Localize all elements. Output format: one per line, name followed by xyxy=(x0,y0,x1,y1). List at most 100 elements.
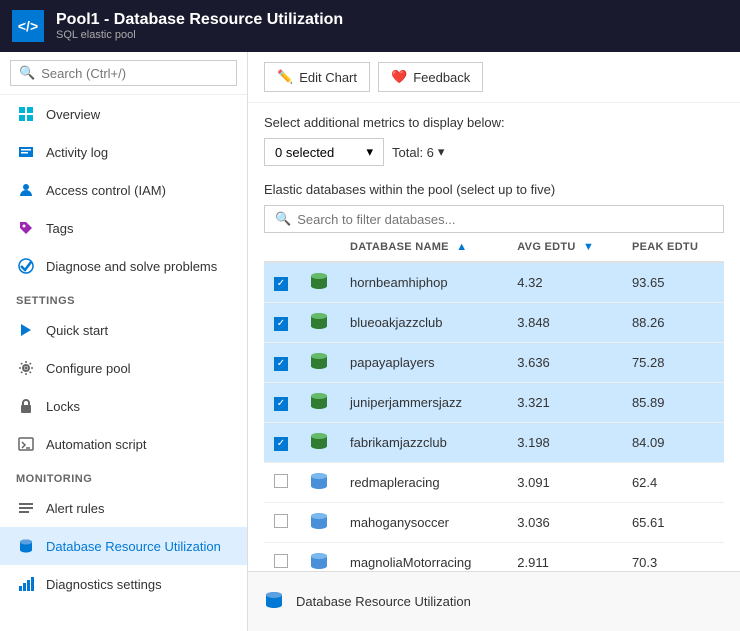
nav-label-automation-script: Automation script xyxy=(46,437,146,452)
db-search-box[interactable]: 🔍 xyxy=(264,205,724,233)
search-box[interactable]: 🔍 xyxy=(0,52,247,95)
db-name-cell: blueoakjazzclub xyxy=(340,303,507,343)
bottom-bar: Database Resource Utilization xyxy=(248,571,740,631)
feedback-label: Feedback xyxy=(413,70,470,85)
table-row[interactable]: ✓ hornbeamhiphop4.3293.65 xyxy=(264,262,724,303)
monitoring-section-label: MONITORING xyxy=(0,463,247,489)
db-name-cell: mahoganysoccer xyxy=(340,503,507,543)
nav-label-quick-start: Quick start xyxy=(46,323,108,338)
databases-table: DATABASE NAME ▲ AVG EDTU ▼ PEAK EDTU ✓ h… xyxy=(264,233,724,571)
db-name-cell: magnoliaMotorracing xyxy=(340,543,507,572)
iam-icon xyxy=(16,180,36,200)
sidebar: 🔍 Overview Activity log Access control (… xyxy=(0,52,248,631)
row-checkbox[interactable]: ✓ xyxy=(274,397,288,411)
app-header: </> Pool1 - Database Resource Utilizatio… xyxy=(0,0,740,52)
nav-item-diagnose[interactable]: Diagnose and solve problems xyxy=(0,247,247,285)
db-peak-edtu-cell: 62.4 xyxy=(622,463,724,503)
row-checkbox[interactable] xyxy=(274,514,288,528)
table-row[interactable]: mahoganysoccer3.03665.61 xyxy=(264,503,724,543)
metrics-section-label: Select additional metrics to display bel… xyxy=(264,115,724,130)
nav-label-activity-log: Activity log xyxy=(46,145,108,160)
metrics-dropdown[interactable]: 0 selected ▾ xyxy=(264,138,384,166)
nav-item-db-resource[interactable]: Database Resource Utilization xyxy=(0,527,247,565)
diagnose-icon xyxy=(16,256,36,276)
app-icon: </> xyxy=(12,10,44,42)
nav-item-access-control[interactable]: Access control (IAM) xyxy=(0,171,247,209)
row-checkbox[interactable] xyxy=(274,554,288,568)
activity-log-icon xyxy=(16,142,36,162)
db-icon xyxy=(308,550,330,571)
page-title: Pool1 - Database Resource Utilization xyxy=(56,11,343,29)
metrics-total-chevron: ▾ xyxy=(438,144,445,160)
col-header-avg-edtu[interactable]: AVG EDTU ▼ xyxy=(507,233,622,262)
db-peak-edtu-cell: 75.28 xyxy=(622,343,724,383)
db-avg-edtu-cell: 3.848 xyxy=(507,303,622,343)
table-row[interactable]: ✓ blueoakjazzclub3.84888.26 xyxy=(264,303,724,343)
nav-label-tags: Tags xyxy=(46,221,73,236)
db-icon xyxy=(308,510,330,535)
row-checkbox[interactable]: ✓ xyxy=(274,437,288,451)
db-icon xyxy=(308,470,330,495)
nav-label-db-resource: Database Resource Utilization xyxy=(46,539,221,554)
db-icon xyxy=(308,350,330,375)
db-avg-edtu-cell: 3.636 xyxy=(507,343,622,383)
table-row[interactable]: ✓ juniperjammersjazz3.32185.89 xyxy=(264,383,724,423)
nav-label-access-control: Access control (IAM) xyxy=(46,183,166,198)
col-header-peak-edtu: PEAK EDTU xyxy=(622,233,724,262)
row-checkbox[interactable] xyxy=(274,474,288,488)
metrics-total: Total: 6 ▾ xyxy=(392,144,444,160)
metrics-select-row: 0 selected ▾ Total: 6 ▾ xyxy=(264,138,724,166)
db-peak-edtu-cell: 85.89 xyxy=(622,383,724,423)
table-row[interactable]: redmapleracing3.09162.4 xyxy=(264,463,724,503)
nav-item-configure-pool[interactable]: Configure pool xyxy=(0,349,247,387)
nav-item-locks[interactable]: Locks xyxy=(0,387,247,425)
nav-item-overview[interactable]: Overview xyxy=(0,95,247,133)
db-peak-edtu-cell: 70.3 xyxy=(622,543,724,572)
nav-item-activity-log[interactable]: Activity log xyxy=(0,133,247,171)
edit-chart-label: Edit Chart xyxy=(299,70,357,85)
nav-label-diagnostics: Diagnostics settings xyxy=(46,577,162,592)
feedback-icon: ❤️ xyxy=(391,69,407,85)
db-name-cell: juniperjammersjazz xyxy=(340,383,507,423)
db-search-input[interactable] xyxy=(297,212,713,227)
nav-item-diagnostics[interactable]: Diagnostics settings xyxy=(0,565,247,603)
table-row[interactable]: magnoliaMotorracing2.91170.3 xyxy=(264,543,724,572)
metrics-selected-value: 0 selected xyxy=(275,145,334,160)
db-icon xyxy=(308,270,330,295)
db-icon xyxy=(308,430,330,455)
db-avg-edtu-cell: 3.036 xyxy=(507,503,622,543)
edit-chart-button[interactable]: ✏️ Edit Chart xyxy=(264,62,370,92)
db-avg-edtu-cell: 3.198 xyxy=(507,423,622,463)
nav-item-alert-rules[interactable]: Alert rules xyxy=(0,489,247,527)
db-name-cell: papayaplayers xyxy=(340,343,507,383)
db-name-cell: redmapleracing xyxy=(340,463,507,503)
row-checkbox[interactable]: ✓ xyxy=(274,277,288,291)
settings-section-label: SETTINGS xyxy=(0,285,247,311)
search-input[interactable] xyxy=(41,66,228,81)
col-header-db-name[interactable]: DATABASE NAME ▲ xyxy=(340,233,507,262)
row-checkbox[interactable]: ✓ xyxy=(274,357,288,371)
db-name-cell: fabrikamjazzclub xyxy=(340,423,507,463)
db-name-cell: hornbeamhiphop xyxy=(340,262,507,303)
toolbar: ✏️ Edit Chart ❤️ Feedback xyxy=(248,52,740,103)
alert-icon xyxy=(16,498,36,518)
db-avg-edtu-cell: 3.321 xyxy=(507,383,622,423)
configure-icon xyxy=(16,358,36,378)
db-avg-edtu-cell: 3.091 xyxy=(507,463,622,503)
table-row[interactable]: ✓ fabrikamjazzclub3.19884.09 xyxy=(264,423,724,463)
feedback-button[interactable]: ❤️ Feedback xyxy=(378,62,483,92)
table-row[interactable]: ✓ papayaplayers3.63675.28 xyxy=(264,343,724,383)
nav-label-overview: Overview xyxy=(46,107,100,122)
db-peak-edtu-cell: 65.61 xyxy=(622,503,724,543)
nav-label-alert-rules: Alert rules xyxy=(46,501,105,516)
nav-item-tags[interactable]: Tags xyxy=(0,209,247,247)
nav-item-quick-start[interactable]: Quick start xyxy=(0,311,247,349)
search-icon: 🔍 xyxy=(19,65,35,81)
row-checkbox[interactable]: ✓ xyxy=(274,317,288,331)
quickstart-icon xyxy=(16,320,36,340)
automation-icon xyxy=(16,434,36,454)
db-resource-icon xyxy=(16,536,36,556)
content-area: ✏️ Edit Chart ❤️ Feedback Select additio… xyxy=(248,52,740,631)
db-peak-edtu-cell: 93.65 xyxy=(622,262,724,303)
nav-item-automation-script[interactable]: Automation script xyxy=(0,425,247,463)
